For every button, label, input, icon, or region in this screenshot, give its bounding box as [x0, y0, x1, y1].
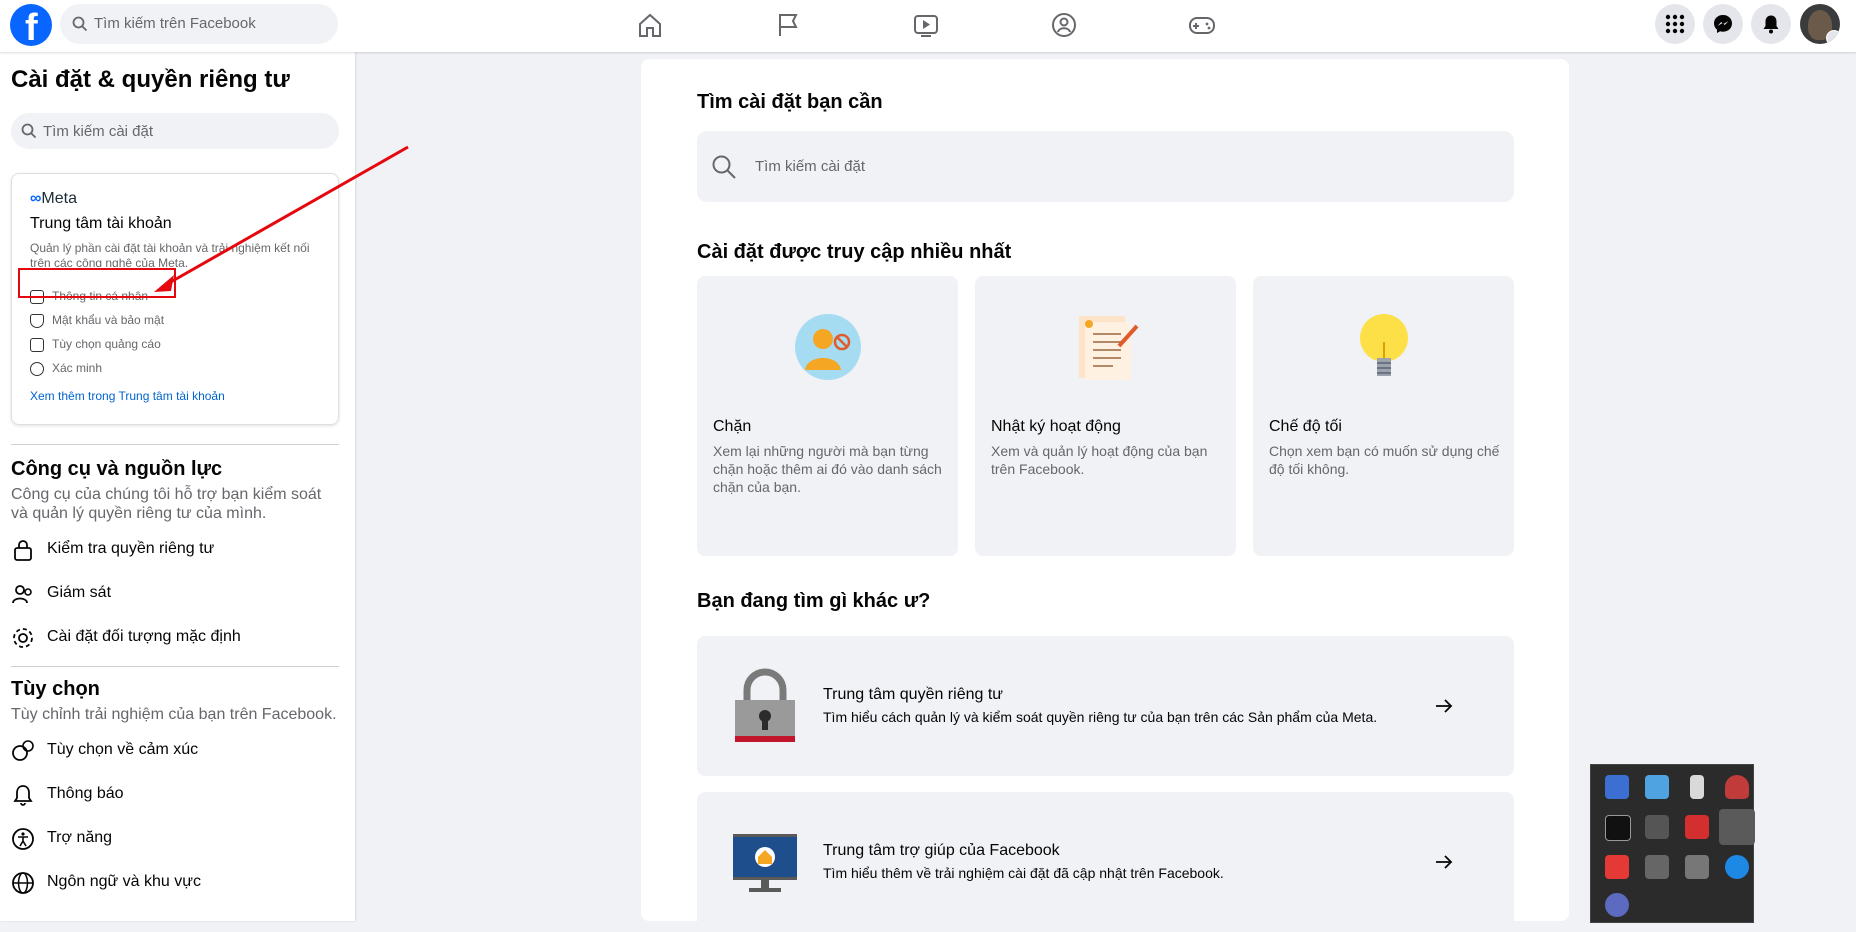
tile-title: Nhật ký hoạt động [991, 418, 1121, 435]
chevron-down-icon [1826, 30, 1840, 44]
row-description: Tìm hiểu thêm về trải nghiệm cài đặt đã … [823, 865, 1224, 881]
messenger-button[interactable] [1703, 4, 1743, 44]
groups-icon[interactable] [1048, 10, 1080, 40]
verified-icon [30, 361, 44, 376]
preferences-section-title: Tùy chọn [11, 678, 100, 700]
tools-section-title: Công cụ và nguồn lực [11, 458, 223, 480]
gear-icon [13, 628, 33, 648]
meta-logo: ∞Meta [30, 190, 77, 207]
padlock-icon [735, 668, 795, 742]
notifications-icon [1763, 15, 1779, 34]
shield-icon [30, 313, 44, 328]
activity-log-icon [1079, 316, 1139, 380]
account-center-description: Quản lý phần cài đặt tài khoản và trải n… [30, 241, 310, 267]
block-person-icon [795, 314, 861, 380]
tile-description: Chọn xem bạn có muốn sử dụng chế độ tối … [1269, 443, 1500, 477]
zalo-icon[interactable] [1725, 855, 1749, 879]
tray-app-icon[interactable] [1605, 855, 1629, 879]
tile-title: Chế độ tối [1269, 418, 1342, 435]
reactions-icon [12, 740, 34, 761]
profile-avatar[interactable] [1800, 4, 1840, 44]
tile-blocking[interactable]: Chặn Xem lại những người mà bạn từng chặ… [697, 276, 958, 556]
cloud-offline-icon[interactable] [1645, 815, 1669, 839]
row-description: Tìm hiểu cách quản lý và kiểm soát quyền… [823, 709, 1378, 725]
video-icon[interactable] [910, 10, 942, 40]
account-center-title: Trung tâm tài khoản [30, 215, 172, 232]
facebook-search-input[interactable]: Tìm kiếm trên Facebook [60, 4, 338, 44]
most-visited-title: Cài đặt được truy cập nhiều nhất [697, 241, 1012, 263]
tile-activity-log[interactable]: Nhật ký hoạt động Xem và quản lý hoạt độ… [975, 276, 1236, 556]
top-navigation-bar: f Tìm kiếm trên Facebook [0, 0, 1856, 52]
preferences-section-description: Tùy chỉnh trải nghiệm của bạn trên Faceb… [11, 706, 337, 723]
battery-icon[interactable] [1685, 855, 1709, 879]
account-center-card[interactable]: ∞Meta Trung tâm tài khoản Quản lý phần c… [11, 173, 339, 425]
tile-description: Xem và quản lý hoạt động của bạn trên Fa… [991, 443, 1208, 477]
lightbulb-icon [1360, 314, 1408, 376]
page-title: Cài đặt & quyền riêng tư [11, 66, 290, 93]
tray-app-icon[interactable] [1685, 815, 1709, 839]
privacy-center-card[interactable]: Trung tâm quyền riêng tư Tìm hiểu cách q… [697, 636, 1514, 776]
notifications-button[interactable] [1751, 4, 1791, 44]
lock-icon [14, 540, 32, 561]
messenger-icon [1714, 15, 1732, 33]
accessibility-icon [12, 828, 34, 850]
search-icon [712, 155, 736, 179]
tray-app-icon[interactable] [1605, 893, 1629, 917]
tile-description: Xem lại những người mà bạn từng chặn hoặ… [713, 443, 942, 495]
account-center-item-ad-preferences[interactable]: Tùy chọn quảng cáo [30, 337, 161, 352]
divider [11, 444, 339, 445]
account-center-item-verification[interactable]: Xác minh [30, 361, 102, 376]
tile-dark-mode[interactable]: Chế độ tối Chọn xem bạn có muốn sử dụng … [1253, 276, 1514, 556]
arrow-right-icon [1436, 699, 1453, 713]
tray-app-icon[interactable] [1719, 809, 1755, 845]
arrow-right-icon [1436, 855, 1453, 869]
settings-search-input[interactable]: Tìm kiếm cài đặt [11, 113, 339, 149]
tray-app-icon[interactable] [1645, 855, 1669, 879]
menu-grid-button[interactable] [1655, 4, 1695, 44]
search-icon [72, 16, 88, 32]
search-icon [21, 123, 37, 139]
system-tray-overflow [1590, 764, 1755, 923]
tools-section-description: Công cụ của chúng tôi hỗ trợ bạn kiểm so… [11, 486, 322, 522]
monitor-help-icon [733, 834, 797, 892]
search-placeholder: Tìm kiếm cài đặt [43, 123, 154, 140]
ads-icon [30, 337, 44, 352]
globe-icon [12, 872, 34, 894]
flag-icon[interactable] [772, 10, 804, 40]
account-center-link[interactable]: Xem thêm trong Trung tâm tài khoản [30, 389, 225, 403]
shield-icon[interactable] [1725, 775, 1749, 799]
tray-app-icon[interactable] [1605, 815, 1631, 841]
row-title: Trung tâm trợ giúp của Facebook [823, 842, 1060, 859]
divider [11, 666, 339, 667]
annotation-highlight-box [18, 268, 176, 298]
gaming-icon[interactable] [1186, 10, 1218, 40]
something-else-title: Bạn đang tìm gì khác ư? [697, 590, 931, 612]
row-title: Trung tâm quyền riêng tư [823, 686, 1003, 703]
search-placeholder: Tìm kiếm trên Facebook [94, 15, 256, 32]
account-center-item-password-security[interactable]: Mật khẩu và bảo mật [30, 313, 164, 328]
main-settings-panel: Tìm cài đặt bạn cần Tìm kiếm cài đặt Cài… [641, 59, 1569, 932]
search-placeholder: Tìm kiếm cài đặt [755, 158, 866, 175]
menu-grid-icon [1665, 14, 1685, 34]
tray-app-icon[interactable] [1605, 775, 1629, 799]
settings-sidebar: Cài đặt & quyền riêng tư Tìm kiếm cài đặ… [0, 52, 355, 921]
find-settings-title: Tìm cài đặt bạn cần [697, 91, 883, 113]
meta-infinity-icon: ∞ [30, 190, 42, 207]
tile-title: Chặn [713, 418, 752, 435]
home-icon[interactable] [634, 10, 666, 40]
supervision-icon [12, 585, 32, 604]
help-center-card[interactable]: Trung tâm trợ giúp của Facebook Tìm hiểu… [697, 792, 1514, 932]
bell-icon [13, 785, 33, 806]
main-settings-search-input[interactable]: Tìm kiếm cài đặt [697, 131, 1514, 202]
facebook-logo[interactable]: f [10, 4, 52, 49]
tray-app-icon[interactable] [1645, 775, 1669, 799]
usb-icon[interactable] [1690, 775, 1704, 799]
